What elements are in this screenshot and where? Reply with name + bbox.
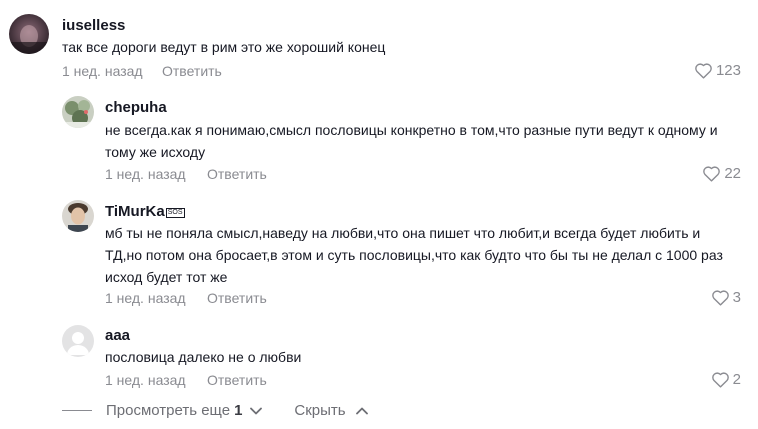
replies-footer: Просмотреть еще 1 Скрыть (62, 402, 368, 419)
comment-timestamp: 1 нед. назад (105, 290, 186, 306)
view-more-replies-button[interactable]: Просмотреть еще 1 (106, 402, 263, 419)
like-count: 3 (732, 289, 741, 306)
author-badge: SOS (165, 208, 185, 218)
reply-button[interactable]: Ответить (162, 63, 222, 79)
heart-outline-icon (711, 371, 730, 388)
hide-label: Скрыть (294, 402, 346, 419)
chevron-down-icon (250, 407, 263, 415)
like-count: 2 (732, 371, 741, 388)
comment-timestamp: 1 нед. назад (105, 166, 186, 182)
divider-line (62, 410, 92, 411)
avatar[interactable] (62, 96, 94, 128)
view-more-count: 1 (234, 402, 243, 419)
avatar[interactable] (62, 200, 94, 232)
comment-author[interactable]: iuselless (62, 17, 125, 34)
comment-timestamp: 1 нед. назад (62, 63, 143, 79)
comment-timestamp: 1 нед. назад (105, 372, 186, 388)
like-button[interactable]: 2 (711, 371, 741, 388)
author-name: TiMurKa (105, 203, 165, 220)
reply-button[interactable]: Ответить (207, 166, 267, 182)
like-count: 123 (715, 62, 741, 79)
comment-text: не всегда.как я понимаю,смысл пословицы … (105, 122, 718, 160)
heart-outline-icon (702, 165, 721, 182)
view-more-label: Просмотреть еще (106, 402, 231, 419)
comment-text: так все дороги ведут в рим это же хороши… (62, 39, 386, 55)
reply-button[interactable]: Ответить (207, 290, 267, 306)
comment-text: пословица далеко не о любви (105, 349, 302, 365)
avatar[interactable] (62, 325, 94, 357)
like-count: 22 (724, 165, 741, 182)
comment-author[interactable]: TiMurKa SOS (105, 203, 185, 220)
comment-text: мб ты не поняла смысл,наведу на любви,чт… (105, 225, 723, 285)
avatar[interactable] (9, 14, 49, 54)
reply-button[interactable]: Ответить (207, 372, 267, 388)
like-button[interactable]: 22 (702, 165, 741, 182)
comment-author[interactable]: aaa (105, 327, 130, 344)
comment-author[interactable]: chepuha (105, 99, 167, 116)
heart-outline-icon (711, 289, 730, 306)
like-button[interactable]: 3 (711, 289, 741, 306)
chevron-up-icon (355, 407, 368, 415)
hide-replies-button[interactable]: Скрыть (294, 402, 368, 419)
like-button[interactable]: 123 (694, 62, 741, 79)
heart-outline-icon (694, 62, 713, 79)
